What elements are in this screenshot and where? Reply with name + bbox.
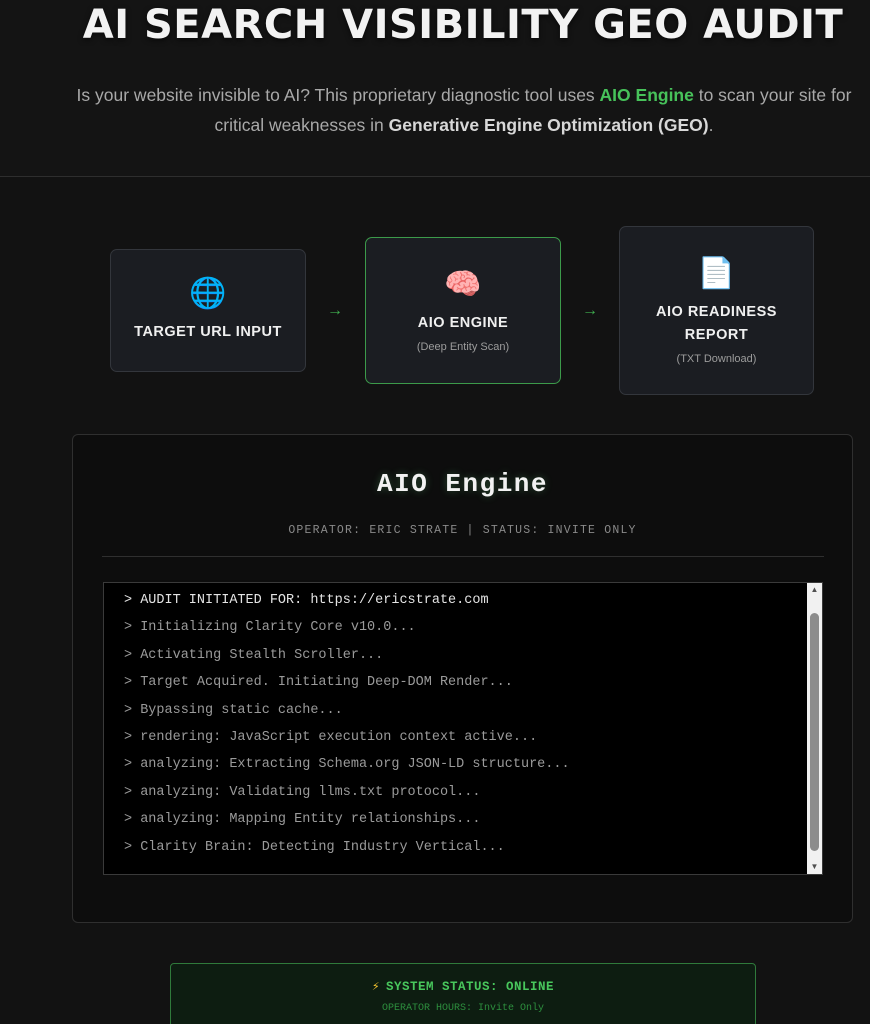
flow-arrow-icon: →: [582, 302, 598, 319]
lightning-icon: ⚡: [371, 980, 380, 994]
log-line: > analyzing: Validating llms.txt protoco…: [124, 784, 481, 800]
engine-title: AIO Engine: [376, 469, 549, 499]
document-icon: 📄: [697, 256, 736, 290]
scroll-up-arrow-icon[interactable]: ▲: [807, 583, 822, 597]
step-title: AIO ENGINE: [417, 315, 509, 331]
audit-log-list: > AUDIT INITIATED FOR: https://ericstrat…: [104, 583, 806, 874]
scroll-down-arrow-icon[interactable]: ▼: [807, 860, 822, 874]
log-line: > AUDIT INITIATED FOR: https://ericstrat…: [124, 593, 489, 608]
hero-description: Is your website invisible to AI? This pr…: [66, 80, 862, 140]
system-status-label: SYSTEM STATUS: ONLINE: [386, 980, 555, 994]
log-line: > rendering: JavaScript execution contex…: [124, 730, 538, 746]
hero-section: AI SEARCH VISIBILITY GEO AUDIT Is your w…: [0, 0, 870, 177]
step-title: TARGET URL INPUT: [134, 324, 282, 340]
step-title: AIO READINESS REPORT: [656, 303, 777, 343]
system-status-box: ⚡ SYSTEM STATUS: ONLINE OPERATOR HOURS: I…: [170, 963, 756, 1024]
geo-highlight: Generative Engine Optimization (GEO): [388, 115, 709, 135]
log-line: > Activating Stealth Scroller...: [124, 647, 384, 663]
divider: [102, 556, 824, 557]
scrollbar-thumb[interactable]: [810, 613, 819, 851]
step-subtitle: (Deep Entity Scan): [416, 341, 510, 353]
step-aio-engine: 🧠 AIO ENGINE (Deep Entity Scan): [365, 237, 561, 384]
audit-log-terminal[interactable]: > AUDIT INITIATED FOR: https://ericstrat…: [103, 582, 823, 875]
log-line: > Target Acquired. Initiating Deep-DOM R…: [124, 675, 513, 691]
operator-hours: OPERATOR HOURS: Invite Only: [381, 1003, 545, 1014]
log-line: > analyzing: Extracting Schema.org JSON-…: [124, 757, 570, 773]
log-scrollbar[interactable]: ▲ ▼: [807, 583, 822, 874]
log-line: > analyzing: Mapping Entity relationship…: [124, 812, 481, 828]
flow-arrow-icon: →: [327, 302, 343, 319]
step-subtitle: (TXT Download): [676, 352, 757, 365]
step-target-url-input: 🌐 TARGET URL INPUT: [110, 249, 306, 372]
globe-icon: 🌐: [189, 277, 227, 310]
engine-operator-status: OPERATOR: ERIC STRATE | STATUS: INVITE O…: [288, 524, 637, 537]
brain-icon: 🧠: [444, 268, 482, 301]
log-line: > Initializing Clarity Core v10.0...: [124, 620, 416, 636]
hero-description-text: .: [708, 115, 714, 135]
page-title: AI SEARCH VISIBILITY GEO AUDIT: [82, 2, 844, 48]
log-line: > Clarity Brain: Detecting Industry Vert…: [124, 839, 505, 855]
system-status-line: ⚡ SYSTEM STATUS: ONLINE: [171, 978, 755, 994]
step-aio-readiness-report: 📄 AIO READINESS REPORT (TXT Download): [619, 226, 814, 395]
aio-engine-highlight: AIO Engine: [599, 85, 694, 105]
log-line: > Bypassing static cache...: [124, 702, 343, 718]
aio-engine-panel: AIO Engine OPERATOR: ERIC STRATE | STATU…: [72, 434, 853, 923]
hero-description-text: Is your website invisible to AI? This pr…: [76, 85, 600, 105]
